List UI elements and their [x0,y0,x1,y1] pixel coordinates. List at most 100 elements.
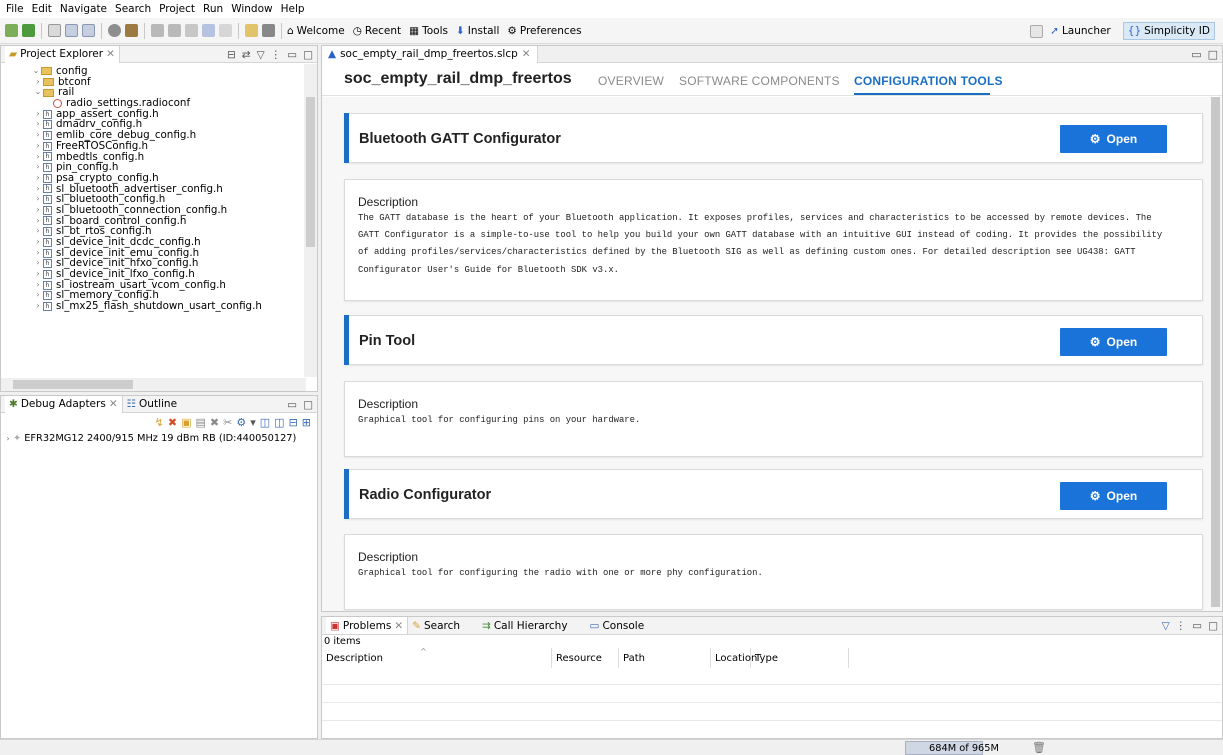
scroll-thumb[interactable] [306,97,315,247]
minimize-icon[interactable]: ▭ [287,49,297,61]
chevron-right-icon[interactable]: › [33,205,43,216]
layout-icon-2[interactable]: ◫ [274,416,284,429]
chevron-right-icon[interactable]: › [33,269,43,280]
tree-item[interactable]: › h sl_board_control_config.h [1,215,304,227]
last-edit-icon[interactable] [185,24,198,37]
chevron-right-icon[interactable]: › [33,194,43,205]
back-icon[interactable] [202,24,215,37]
garbage-collect-icon[interactable]: 🗑 [1032,741,1046,754]
filter-icon[interactable]: ▽ [1162,620,1170,632]
call-hierarchy-tab[interactable]: ⇉ Call Hierarchy [478,617,572,634]
debug-adapter-row[interactable]: › ✦ EFR32MG12 2400/915 MHz 19 dBm RB (ID… [3,433,296,444]
tab-software-components[interactable]: SOFTWARE COMPONENTS [679,74,840,88]
build-icon[interactable] [125,24,138,37]
tools-button[interactable]: ▦ Tools [409,25,448,37]
menu-file[interactable]: File [2,3,28,15]
collapse-icon[interactable]: ⊟ [289,416,298,429]
tree-item[interactable]: › h FreeRTOSConfig.h [1,141,304,152]
editor-vscrollbar[interactable] [1209,97,1222,611]
tools-icon[interactable]: ✂ [223,416,232,429]
view-menu-icon[interactable]: ⋮ [1176,620,1187,632]
minimize-icon[interactable]: ▭ [1191,48,1201,61]
chevron-right-icon[interactable]: › [33,248,43,259]
tree-item[interactable]: › btconf [1,76,304,88]
filter-icon[interactable]: ▽ [257,49,265,61]
welcome-button[interactable]: ⌂ Welcome [287,25,345,37]
close-icon[interactable]: ✕ [106,48,115,60]
next-annotation-icon[interactable] [151,24,164,37]
open-perspective-icon[interactable] [245,24,258,37]
debug-icon[interactable] [5,24,18,37]
tree-item[interactable]: › h app_assert_config.h [1,109,304,120]
link-editor-icon[interactable]: ⇄ [242,49,251,61]
tree-item[interactable]: › h sl_mx25_flash_shutdown_usart_config.h [1,301,304,312]
collapse-all-icon[interactable]: ⊟ [227,49,236,61]
tree-item[interactable]: › h emlib_core_debug_config.h [1,130,304,141]
tree-item[interactable]: › h psa_crypto_config.h [1,173,304,184]
editor-tab[interactable]: ▲ soc_empty_rail_dmp_freertos.slcp ✕ [322,45,538,63]
problems-tab[interactable]: ▣ Problems ✕ [326,617,409,634]
close-icon[interactable]: ✕ [522,48,531,60]
explorer-vscrollbar[interactable] [304,64,317,377]
edit-icon[interactable]: ▤ [196,416,206,429]
open-perspective-icon[interactable] [1030,24,1044,38]
chevron-right-icon[interactable]: › [33,258,43,269]
column-path[interactable]: Path [619,648,711,668]
chevron-right-icon[interactable]: › [33,141,43,152]
chevron-right-icon[interactable]: › [33,216,43,227]
chevron-right-icon[interactable]: › [33,290,43,301]
forward-icon[interactable] [219,24,232,37]
heap-status[interactable]: 684M of 965M [905,741,1015,755]
menu-edit[interactable]: Edit [28,3,56,15]
open-gatt-configurator-button[interactable]: ⚙ Open [1060,125,1167,153]
expand-icon[interactable]: ⊞ [302,416,311,429]
column-description[interactable]: Description ^ [322,647,552,668]
maximize-icon[interactable]: □ [303,49,313,61]
dropdown-icon[interactable]: ▾ [250,416,256,429]
layout-icon[interactable]: ◫ [260,416,270,429]
maximize-icon[interactable]: □ [1208,48,1218,61]
chevron-right-icon[interactable]: › [33,280,43,291]
prev-annotation-icon[interactable] [168,24,181,37]
chevron-right-icon[interactable]: › [33,119,43,130]
minimize-icon[interactable]: ▭ [287,399,297,411]
remove-icon[interactable]: ✖ [210,416,219,429]
chevron-right-icon[interactable]: › [33,77,43,88]
upload-icon[interactable]: ▣ [181,416,191,429]
chevron-right-icon[interactable]: › [33,184,43,195]
menu-navigate[interactable]: Navigate [56,3,111,15]
column-location[interactable]: Location [711,648,757,668]
recent-button[interactable]: ◷ Recent [353,25,401,37]
chevron-right-icon[interactable]: › [33,109,43,120]
chevron-right-icon[interactable]: › [33,301,43,312]
disconnect-icon[interactable]: ✖ [168,416,177,429]
chevron-right-icon[interactable]: › [33,162,43,173]
save-icon[interactable] [65,24,78,37]
scroll-thumb[interactable] [1211,97,1220,607]
save-all-icon[interactable] [82,24,95,37]
chevron-right-icon[interactable]: › [33,152,43,163]
column-resource[interactable]: Resource [552,648,619,668]
menu-search[interactable]: Search [111,3,155,15]
menu-project[interactable]: Project [155,3,199,15]
view-menu-icon[interactable]: ⋮ [271,49,282,61]
grid-icon[interactable] [262,24,275,37]
chevron-down-icon[interactable]: ⌄ [31,66,41,77]
maximize-icon[interactable]: □ [303,399,313,411]
simplicity-ide-perspective[interactable]: {} Simplicity ID [1122,22,1215,40]
new-icon[interactable] [48,24,61,37]
menu-window[interactable]: Window [227,3,276,15]
menu-run[interactable]: Run [199,3,227,15]
menu-help[interactable]: Help [277,3,309,15]
open-radio-configurator-button[interactable]: ⚙ Open [1060,482,1167,510]
settings-icon[interactable] [108,24,121,37]
project-explorer-tab[interactable]: ▰ Project Explorer ✕ [5,45,120,63]
outline-tab[interactable]: ☷ Outline [123,396,181,413]
preferences-button[interactable]: ⚙ Preferences [507,25,581,37]
tab-configuration-tools[interactable]: CONFIGURATION TOOLS [854,74,1003,88]
connect-icon[interactable]: ↯ [155,416,164,429]
tree-item[interactable]: ⌄ config [1,66,304,77]
debug-adapters-tab[interactable]: ✱ Debug Adapters ✕ [5,395,123,413]
search-tab[interactable]: ✎ Search [408,617,464,634]
chevron-right-icon[interactable]: › [3,434,13,443]
